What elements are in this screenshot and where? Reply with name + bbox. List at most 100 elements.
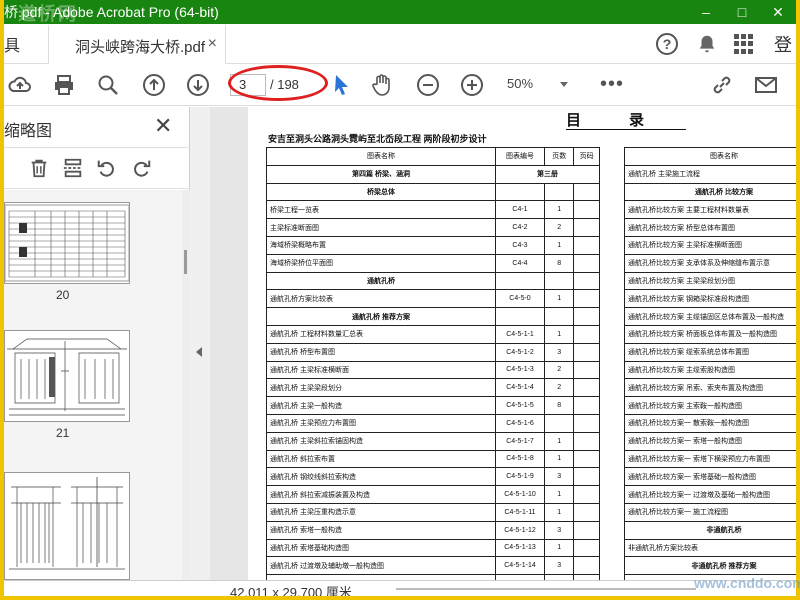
arrow-down-circle-icon[interactable]	[186, 73, 210, 97]
title-bar: 桥.pdf - Adobe Acrobat Pro (64-bit) 道桥网 –…	[4, 0, 796, 24]
toc-table-right: 图表名称 通航孔桥 主梁施工流程 通航孔桥 比较方案 通航孔桥比较方案 主要工程材料数…	[624, 147, 796, 580]
toc-row-page-no	[573, 342, 600, 362]
collapse-arrow-icon[interactable]	[196, 347, 202, 357]
page-thumbnail[interactable]	[4, 472, 130, 580]
toc-row-name: 通航孔桥比较方案 主要工程材料数量表	[624, 200, 796, 220]
toc-row: 通航孔桥	[266, 271, 600, 291]
search-icon[interactable]	[96, 73, 120, 97]
toc-row: 通航孔桥比较方案一 散索鞍一般构造图	[624, 413, 796, 433]
toc-row-name: 桥梁总体	[266, 182, 496, 202]
toc-row-page-no	[573, 502, 600, 522]
thumbnail-scrollbar[interactable]	[182, 190, 190, 580]
panel-collapse-handle[interactable]	[190, 107, 210, 580]
tab-document[interactable]: 洞头峡跨海大桥.pdf ×	[48, 24, 226, 64]
page-thumbnail[interactable]	[4, 202, 130, 284]
toc-row-pages: 1	[544, 538, 575, 558]
tab-close-button[interactable]: ×	[208, 35, 217, 53]
tabbar-right-actions: ? 登	[656, 24, 796, 64]
toc-row: 非通航孔桥方案比较表	[624, 538, 796, 558]
toc-row: 非通航孔桥	[624, 520, 796, 540]
toc-row: 通航孔桥 推荐方案	[266, 307, 600, 326]
toc-row-name: 非通航孔桥	[624, 520, 796, 540]
toc-row: 通航孔桥比较方案一 索塔一般构造图	[624, 431, 796, 451]
toc-row: 通航孔桥比较方案 缆索系统总体布置图	[624, 342, 796, 362]
toc-row: 通航孔桥 主梁梁段划分 C4-5-1-4 2	[266, 378, 600, 398]
toc-row-page-no	[573, 485, 600, 504]
toc-row: 桥梁总体	[266, 182, 600, 202]
bell-icon[interactable]	[696, 33, 718, 55]
toc-row-code: C4-1	[494, 200, 546, 220]
toc-row-name: 通航孔桥比较方案 支承体系及伸缩缝布置示意	[624, 253, 796, 273]
toc-row-code: C4-5-1-5	[494, 396, 546, 415]
toc-row-page-no	[573, 413, 600, 433]
toc-row-name: 通航孔桥比较方案 桥型总体布置图	[624, 218, 796, 237]
thumbnail-table-preview	[4, 204, 130, 282]
document-viewer[interactable]: 目录 安吉至洞头公路洞头霓屿至北岙段工程 两阶段初步设计 图表名称 图表编号 页数页…	[210, 107, 796, 580]
toc-row-name: 通航孔桥 主梁标准横断面	[266, 360, 496, 380]
close-panel-button[interactable]: ✕	[154, 113, 172, 139]
toc-row: 通航孔桥比较方案 支承体系及伸缩缝布置示意	[624, 253, 796, 273]
toc-row-page-no	[573, 396, 600, 415]
undo-icon[interactable]	[96, 157, 118, 179]
toc-row-code: C4-5-1-14	[494, 556, 546, 576]
toc-row-pages: 2	[544, 218, 575, 237]
toc-row: 通航孔桥 主梁斜拉索锚固构造 C4-5-1-7 1	[266, 431, 600, 451]
toc-row-code	[494, 271, 546, 291]
toc-row-pages: 3	[544, 520, 575, 540]
zoom-level-select[interactable]: 50%	[507, 76, 533, 91]
toc-row-code: C4-4	[494, 253, 546, 273]
trash-icon[interactable]	[28, 157, 50, 179]
horizontal-scrollbar[interactable]	[396, 588, 696, 590]
extract-icon[interactable]	[62, 157, 84, 179]
minimize-button[interactable]: –	[688, 0, 724, 24]
tab-home[interactable]: 具	[4, 32, 20, 56]
zoom-in-icon[interactable]	[460, 73, 484, 97]
zoom-out-icon[interactable]	[416, 73, 440, 97]
maximize-button[interactable]: □	[724, 0, 760, 24]
upload-cloud-icon[interactable]	[8, 73, 32, 97]
toc-row: 通航孔桥比较方案 桥面板总体布置及一般构造图	[624, 324, 796, 344]
toc-row: 通航孔桥 主梁压重构造示意 C4-5-1-11 1	[266, 502, 600, 522]
chevron-down-icon[interactable]	[560, 82, 568, 87]
apps-grid-icon[interactable]	[734, 34, 754, 54]
toc-row-name: 通航孔桥 主梁梁段划分	[266, 378, 496, 398]
select-cursor-icon[interactable]	[330, 73, 354, 97]
print-icon[interactable]	[52, 73, 76, 97]
toc-row-volume: 第三册	[494, 164, 601, 184]
more-tools-button[interactable]: •••	[600, 73, 624, 96]
thumbnail-tools	[4, 147, 190, 189]
link-icon[interactable]	[710, 73, 734, 97]
red-annotation-ellipse	[228, 65, 328, 101]
help-icon[interactable]: ?	[656, 33, 678, 55]
toc-row-name: 通航孔桥 主梁一般构造	[266, 396, 496, 415]
toc-row-name: 通航孔桥	[266, 271, 496, 291]
pdf-page: 目录 安吉至洞头公路洞头霓屿至北岙段工程 两阶段初步设计 图表名称 图表编号 页数页…	[248, 107, 796, 580]
page-thumbnail[interactable]	[4, 330, 130, 422]
hand-icon[interactable]	[370, 73, 394, 97]
close-window-button[interactable]: ✕	[760, 0, 796, 24]
thumbnails-panel-title: 缩略图	[4, 123, 53, 140]
toc-row: 通航孔桥 钢绞线斜拉索构造 C4-5-1-9 3	[266, 467, 600, 487]
arrow-up-circle-icon[interactable]	[142, 73, 166, 97]
toc-row-name: 通航孔桥比较方案 主索鞍一般构造图	[624, 396, 796, 415]
toc-row: 通航孔桥 斜拉索布置 C4-5-1-8 1	[266, 449, 600, 469]
toc-header-row: 图表名称	[624, 147, 796, 166]
redo-icon[interactable]	[130, 157, 152, 179]
toc-row-page-no	[573, 520, 600, 540]
toc-row: 桥梁工程一览表 C4-1 1	[266, 200, 600, 220]
toc-row-name: 通航孔桥比较方案 钢箱梁标准段构造图	[624, 289, 796, 309]
toc-row: 海域桥梁桥位平面图 C4-4 8	[266, 253, 600, 273]
login-button[interactable]: 登	[774, 31, 792, 57]
toc-row-name: 通航孔桥 斜拉索布置	[266, 449, 496, 469]
toc-row-name: 通航孔桥比较方案 主梁标准横断面图	[624, 235, 796, 255]
toc-row-name: 通航孔桥 比较方案	[624, 182, 796, 202]
toc-row: 通航孔桥 主梁标准横断面 C4-5-1-3 2	[266, 360, 600, 380]
toc-row-page-no	[573, 449, 600, 469]
toc-row-name: 海域桥梁概略布置	[266, 235, 496, 255]
toc-row: 通航孔桥 比较方案	[624, 182, 796, 202]
toc-row-name: 通航孔桥比较方案 主缆索股构造图	[624, 360, 796, 380]
mail-icon[interactable]	[754, 73, 778, 97]
toc-header-cell: 图表名称	[624, 147, 796, 166]
toc-row-page-no	[573, 218, 600, 237]
toc-row: 通航孔桥 过渡墩及辅助墩一般构造图 C4-5-1-14 3	[266, 556, 600, 576]
